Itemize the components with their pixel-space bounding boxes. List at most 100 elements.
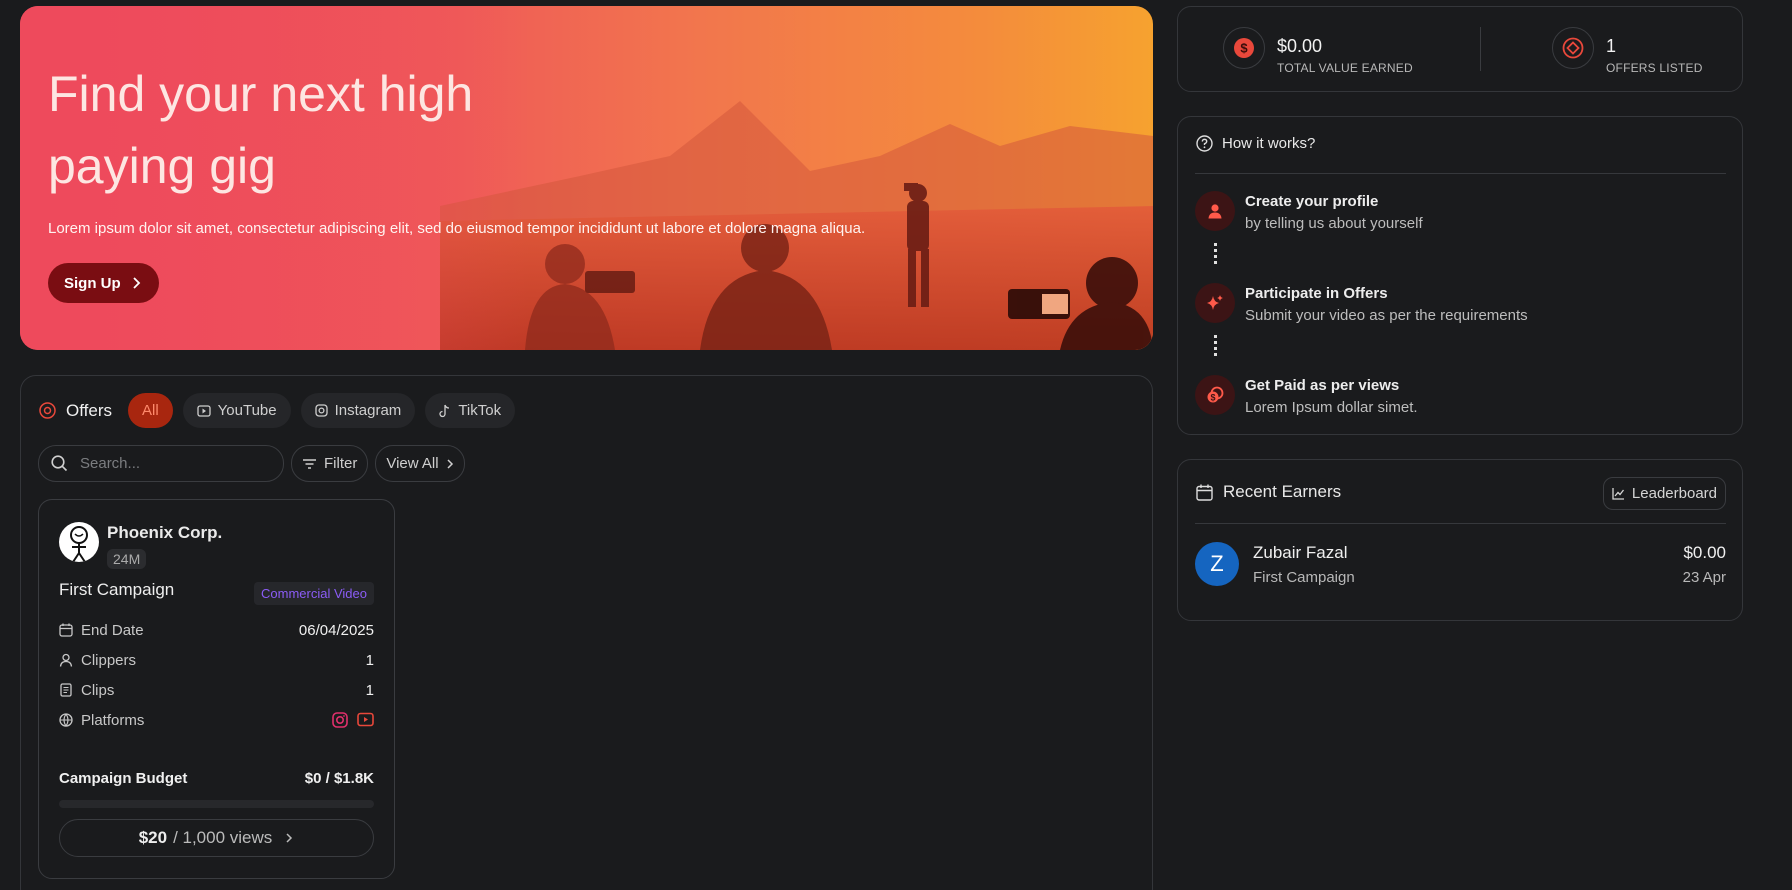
offers-listed-stat: 1 OFFERS LISTED: [1552, 27, 1703, 75]
offer-card[interactable]: Phoenix Corp. 24M First Campaign Commerc…: [38, 499, 395, 879]
avatar: Z: [1195, 542, 1239, 586]
target-icon: [39, 402, 56, 419]
clippers-row: Clippers 1: [59, 650, 374, 670]
how-it-works-panel: How it works? Create your profile by tel…: [1177, 116, 1743, 435]
search-icon: [51, 455, 68, 472]
instagram-icon: [314, 404, 328, 417]
brand-name: Phoenix Corp.: [107, 523, 223, 542]
filter-tab-instagram[interactable]: Instagram: [300, 393, 416, 428]
filter-label: Filter: [324, 455, 358, 472]
step-connector: [1214, 243, 1217, 267]
calendar-icon: [1196, 484, 1213, 501]
filter-tab-label: TikTok: [458, 402, 502, 419]
offers-listed-value: 1: [1606, 36, 1617, 56]
youtube-icon: [197, 404, 211, 417]
sign-up-label: Sign Up: [64, 274, 121, 292]
filter-tab-tiktok[interactable]: TikTok: [425, 393, 516, 428]
brand-followers: 24M: [107, 549, 147, 569]
row-label: Platforms: [81, 711, 145, 729]
chevron-right-icon: [447, 458, 453, 469]
tiktok-icon: [439, 404, 450, 417]
budget-value: $0 / $1.8K: [304, 770, 374, 787]
earner-name: Zubair Fazal: [1253, 543, 1348, 562]
recent-earners-title: Recent Earners: [1223, 482, 1342, 501]
rate-amount: $20: [138, 828, 168, 847]
diamond-target-icon: [1562, 37, 1584, 59]
earner-date: 23 Apr: [1682, 569, 1726, 586]
view-all-label: View All: [386, 455, 439, 472]
hero-banner: Find your next high paying gig Lorem ips…: [20, 6, 1153, 350]
step-get-paid: $ Get Paid as per views Lorem Ipsum doll…: [1195, 375, 1418, 416]
step-description: Lorem Ipsum dollar simet.: [1245, 399, 1418, 416]
youtube-icon: [357, 712, 374, 727]
rate-button[interactable]: $20 / 1,000 views: [59, 819, 374, 857]
filter-button[interactable]: Filter: [291, 445, 369, 482]
chevron-right-icon: [286, 833, 293, 843]
step-description: Submit your video as per the requirement…: [1245, 307, 1528, 324]
row-label: Clips: [81, 681, 115, 699]
view-all-button[interactable]: View All: [375, 445, 465, 482]
search-input[interactable]: Search...: [38, 445, 284, 482]
document-icon: [60, 683, 72, 697]
brand-logo: [59, 522, 99, 562]
step-title: Get Paid as per views: [1245, 377, 1400, 394]
coins-icon: $: [1207, 386, 1224, 403]
total-earned-value: $0.00: [1277, 36, 1323, 56]
user-icon: [1208, 204, 1222, 219]
svg-text:$: $: [1210, 393, 1215, 403]
leaderboard-button[interactable]: Leaderboard: [1602, 477, 1726, 510]
row-value: 06/04/2025: [298, 621, 374, 639]
row-value: 1: [365, 681, 374, 699]
total-earned-stat: $ $0.00 TOTAL VALUE EARNED: [1223, 27, 1413, 75]
budget-progress-bar: [59, 800, 374, 808]
row-label: Clippers: [81, 651, 137, 669]
category-badge: Commercial Video: [254, 582, 374, 605]
filter-icon: [303, 458, 316, 469]
chart-line-icon: [1612, 488, 1624, 500]
campaign-budget: Campaign Budget $0 / $1.8K: [59, 770, 374, 787]
step-title: Create your profile: [1245, 193, 1379, 210]
hero-title: Find your next high paying gig: [48, 66, 474, 194]
step-create-profile: Create your profile by telling us about …: [1195, 191, 1423, 232]
search-placeholder: Search...: [80, 455, 141, 472]
total-earned-label: TOTAL VALUE EARNED: [1277, 61, 1413, 75]
filter-tab-youtube[interactable]: YouTube: [182, 393, 291, 428]
step-description: by telling us about yourself: [1245, 215, 1423, 232]
offers-panel: Offers All YouTube Instagram TikTok Sear…: [20, 375, 1153, 890]
step-connector: [1214, 335, 1217, 359]
stats-divider: [1480, 27, 1481, 71]
hero-description: Lorem ipsum dolor sit amet, consectetur …: [48, 220, 866, 237]
recent-earners-panel: Recent Earners Leaderboard Z Zubair Faza…: [1177, 459, 1743, 621]
divider: [1195, 173, 1726, 174]
campaign-name: First Campaign: [59, 580, 175, 599]
divider: [1195, 523, 1726, 524]
stats-panel: $ $0.00 TOTAL VALUE EARNED 1 OFFERS LIST…: [1177, 6, 1743, 92]
calendar-icon: [59, 623, 73, 637]
help-circle-icon: [1196, 135, 1213, 152]
earner-campaign: First Campaign: [1253, 569, 1355, 586]
sign-up-button[interactable]: Sign Up: [48, 263, 159, 303]
svg-text:$: $: [1240, 41, 1248, 56]
clips-row: Clips 1: [59, 680, 374, 700]
offers-title: Offers: [66, 400, 112, 420]
chevron-right-icon: [133, 277, 140, 289]
filter-tab-all[interactable]: All: [127, 393, 173, 428]
globe-icon: [59, 713, 73, 727]
sparkle-icon: [1207, 295, 1223, 310]
earner-amount: $0.00: [1683, 543, 1726, 562]
platforms-row: Platforms: [59, 710, 374, 730]
user-icon: [59, 653, 73, 667]
filter-tab-label: All: [141, 402, 159, 419]
offers-listed-label: OFFERS LISTED: [1606, 61, 1703, 75]
dollar-coin-icon: $: [1234, 38, 1254, 58]
how-it-works-title: How it works?: [1222, 135, 1316, 152]
rate-unit: / 1,000 views: [173, 828, 273, 847]
row-value: 1: [365, 651, 374, 669]
offers-heading: Offers: [39, 401, 112, 421]
filter-tab-label: YouTube: [217, 402, 277, 419]
step-title: Participate in Offers: [1245, 285, 1388, 302]
instagram-icon: [332, 712, 348, 728]
filter-tab-label: Instagram: [334, 402, 402, 419]
row-label: End Date: [81, 621, 144, 639]
budget-label: Campaign Budget: [59, 770, 188, 787]
